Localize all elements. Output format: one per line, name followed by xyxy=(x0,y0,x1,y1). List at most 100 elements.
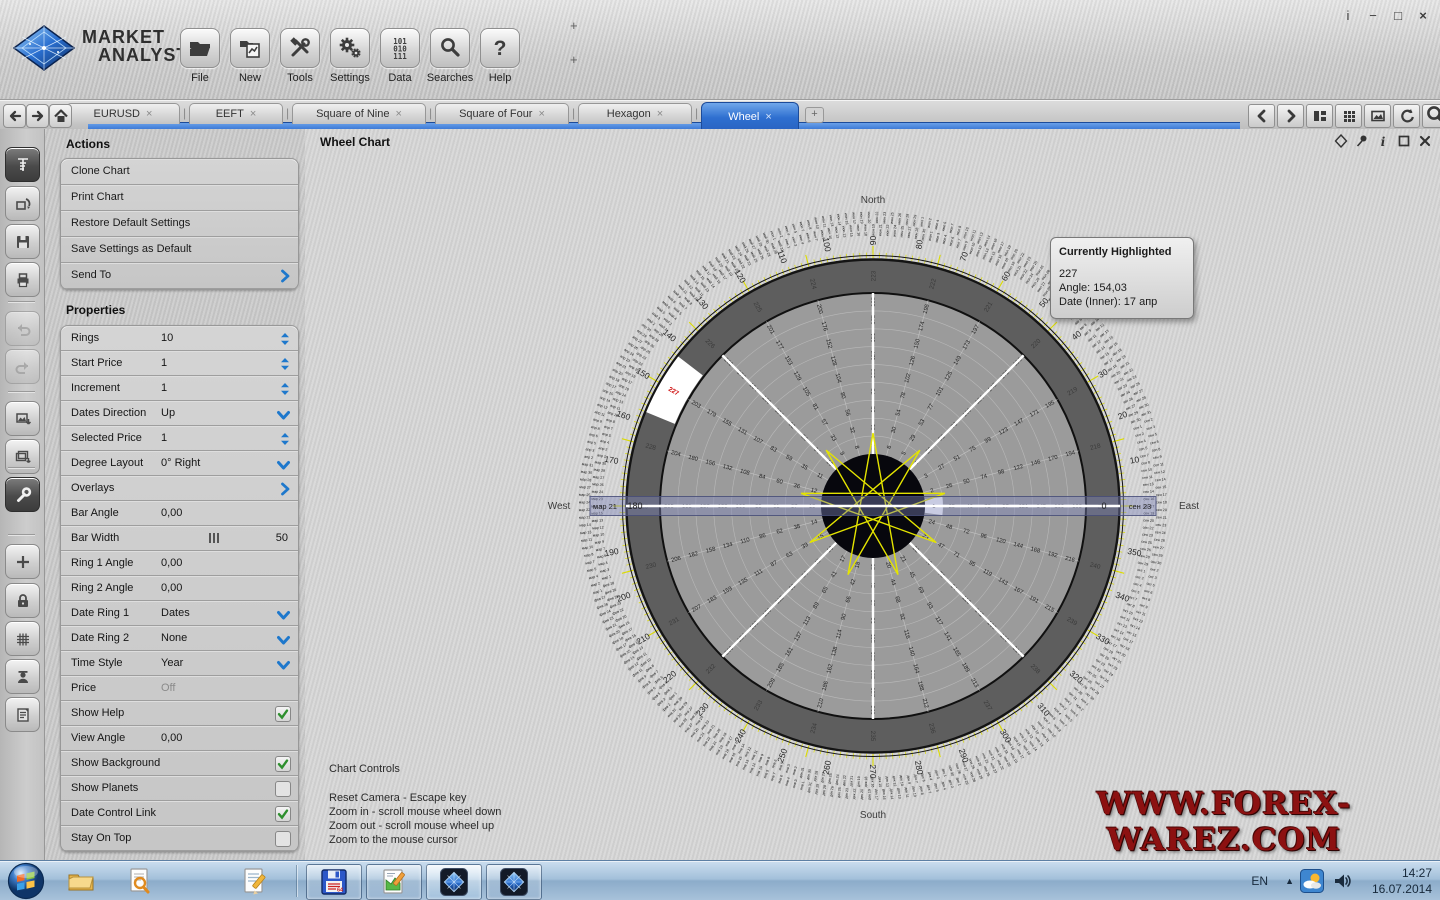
tab-eurusd[interactable]: EURUSD× xyxy=(66,103,180,124)
toolbar-settings-button[interactable] xyxy=(330,28,370,68)
language-indicator[interactable]: EN xyxy=(1251,874,1268,888)
tabbar-grid-dots-button[interactable] xyxy=(1335,104,1362,128)
strip-add-button[interactable] xyxy=(5,544,40,579)
property-row-view-angle[interactable]: View Angle0,00 xyxy=(61,726,298,751)
strip-wrench-button[interactable] xyxy=(5,477,40,512)
taskbar-app-chart-doc-button[interactable] xyxy=(366,864,422,900)
toolbar-help-button[interactable]: ? xyxy=(480,28,520,68)
tabbar-snapshot-button[interactable] xyxy=(1364,104,1391,128)
taskbar-app-market-analyst-2-button[interactable] xyxy=(486,864,542,900)
strip-chart-actions-button[interactable] xyxy=(5,147,40,182)
property-row-dates-direction[interactable]: Dates DirectionUp xyxy=(61,401,298,426)
toolbar-searches-button[interactable] xyxy=(430,28,470,68)
property-row-rings[interactable]: Rings10 xyxy=(61,326,298,351)
new-tab-button[interactable]: + xyxy=(805,107,824,123)
spinner-icon xyxy=(280,382,290,396)
tabbar-layout-button[interactable] xyxy=(1306,104,1333,128)
strip-save-button[interactable] xyxy=(5,224,40,259)
strip-export-images-button[interactable] xyxy=(5,439,40,474)
strip-redo-button[interactable] xyxy=(5,349,40,384)
property-row-bar-width[interactable]: Bar Width50 xyxy=(61,526,298,551)
gann-wheel-chart[interactable]: NorthSouthWestEastсен 17сен 18сен 16сен … xyxy=(305,130,1440,860)
property-row-show-help[interactable]: Show Help xyxy=(61,701,298,726)
checkbox-unchecked[interactable] xyxy=(275,831,291,847)
tabbar-chevron-right-button[interactable] xyxy=(1277,104,1304,128)
nav-forward-button[interactable] xyxy=(26,104,49,128)
window-close-button[interactable]: × xyxy=(1416,8,1430,23)
tabbar-magnifier-button[interactable] xyxy=(1422,104,1440,128)
tab-hexagon[interactable]: Hexagon× xyxy=(578,103,692,124)
tabbar-refresh-button[interactable] xyxy=(1393,104,1420,128)
action-send-to[interactable]: Send To xyxy=(61,263,298,289)
toolbar-tools-button[interactable] xyxy=(280,28,320,68)
property-row-show-planets[interactable]: Show Planets xyxy=(61,776,298,801)
clock[interactable]: 14:27 16.07.2014 xyxy=(1372,865,1432,897)
property-row-date-control-link[interactable]: Date Control Link xyxy=(61,801,298,826)
property-row-degree-layout[interactable]: Degree Layout0° Right xyxy=(61,451,298,476)
tab-close-icon[interactable]: × xyxy=(395,108,401,120)
property-row-time-style[interactable]: Time StyleYear xyxy=(61,651,298,676)
action-label: Save Settings as Default xyxy=(71,243,191,255)
tab-wheel[interactable]: Wheel× xyxy=(701,102,799,130)
tab-close-icon[interactable]: × xyxy=(250,108,256,120)
taskbar-search-doc-button[interactable] xyxy=(122,866,156,896)
action-restore-default-settings[interactable]: Restore Default Settings xyxy=(61,211,298,237)
tab-eeft[interactable]: EEFT× xyxy=(189,103,283,124)
strip-export-image-button[interactable] xyxy=(5,401,40,436)
checkbox-unchecked[interactable] xyxy=(275,781,291,797)
refresh-icon xyxy=(1399,108,1415,124)
checkbox-checked[interactable] xyxy=(275,706,291,722)
window-maximize-button[interactable]: □ xyxy=(1391,8,1405,23)
property-row-overlays[interactable]: Overlays xyxy=(61,476,298,501)
taskbar-notepad-button[interactable] xyxy=(238,866,272,896)
strip-grid-button[interactable] xyxy=(5,621,40,656)
hidden-icons-button[interactable]: ▲ xyxy=(1285,876,1294,886)
strip-print-button[interactable] xyxy=(5,262,40,297)
tab-close-icon[interactable]: × xyxy=(657,108,663,120)
strip-analyst-button[interactable] xyxy=(5,659,40,694)
strip-clone-button[interactable] xyxy=(5,186,40,221)
toolbar-new-button[interactable] xyxy=(230,28,270,68)
strip-notes-button[interactable] xyxy=(5,697,40,732)
action-save-settings-as-default[interactable]: Save Settings as Default xyxy=(61,237,298,263)
property-row-date-ring-1[interactable]: Date Ring 1Dates xyxy=(61,601,298,626)
taskbar-chrome-button[interactable] xyxy=(180,866,214,896)
window-info-button[interactable]: i xyxy=(1341,8,1355,23)
checkbox-checked[interactable] xyxy=(275,806,291,822)
property-row-start-price[interactable]: Start Price1 xyxy=(61,351,298,376)
property-row-price[interactable]: PriceOff xyxy=(61,676,298,701)
action-print-chart[interactable]: Print Chart xyxy=(61,185,298,211)
taskbar-app-floppy-64-button[interactable]: 64 xyxy=(306,864,362,900)
tab-close-icon[interactable]: × xyxy=(538,108,544,120)
property-row-ring-1-angle[interactable]: Ring 1 Angle0,00 xyxy=(61,551,298,576)
toolbar-data-button[interactable]: 101010111 xyxy=(380,28,420,68)
slider-handle[interactable] xyxy=(209,533,219,543)
strip-undo-button[interactable] xyxy=(5,311,40,346)
nav-home-button[interactable] xyxy=(49,104,72,128)
tab-close-icon[interactable]: × xyxy=(146,108,152,120)
nav-back-button[interactable] xyxy=(3,104,26,128)
taskbar-app-market-analyst-1-button[interactable] xyxy=(426,864,482,900)
property-row-stay-on-top[interactable]: Stay On Top xyxy=(61,826,298,851)
wheel-chart-panel[interactable]: Wheel Chart i NorthSouthWestEastсен 17се… xyxy=(305,129,1440,860)
property-row-show-background[interactable]: Show Background xyxy=(61,751,298,776)
window-minimize-button[interactable]: − xyxy=(1366,8,1380,23)
checkbox-checked[interactable] xyxy=(275,756,291,772)
tabbar-chevron-left-button[interactable] xyxy=(1248,104,1275,128)
tab-square-of-four[interactable]: Square of Four× xyxy=(435,103,569,124)
tab-close-icon[interactable]: × xyxy=(765,111,771,123)
property-row-selected-price[interactable]: Selected Price1 xyxy=(61,426,298,451)
tab-square-of-nine[interactable]: Square of Nine× xyxy=(292,103,426,124)
action-clone-chart[interactable]: Clone Chart xyxy=(61,159,298,185)
svg-text:май 29: май 29 xyxy=(755,235,763,247)
start-button[interactable] xyxy=(6,861,46,900)
toolbar-file-button[interactable] xyxy=(180,28,220,68)
property-row-date-ring-2[interactable]: Date Ring 2None xyxy=(61,626,298,651)
property-row-ring-2-angle[interactable]: Ring 2 Angle0,00 xyxy=(61,576,298,601)
volume-icon[interactable] xyxy=(1332,871,1352,896)
property-row-bar-angle[interactable]: Bar Angle0,00 xyxy=(61,501,298,526)
weather-tray-icon[interactable] xyxy=(1300,869,1324,898)
strip-lock-button[interactable] xyxy=(5,583,40,618)
taskbar-explorer-button[interactable] xyxy=(64,866,98,896)
property-row-increment[interactable]: Increment1 xyxy=(61,376,298,401)
